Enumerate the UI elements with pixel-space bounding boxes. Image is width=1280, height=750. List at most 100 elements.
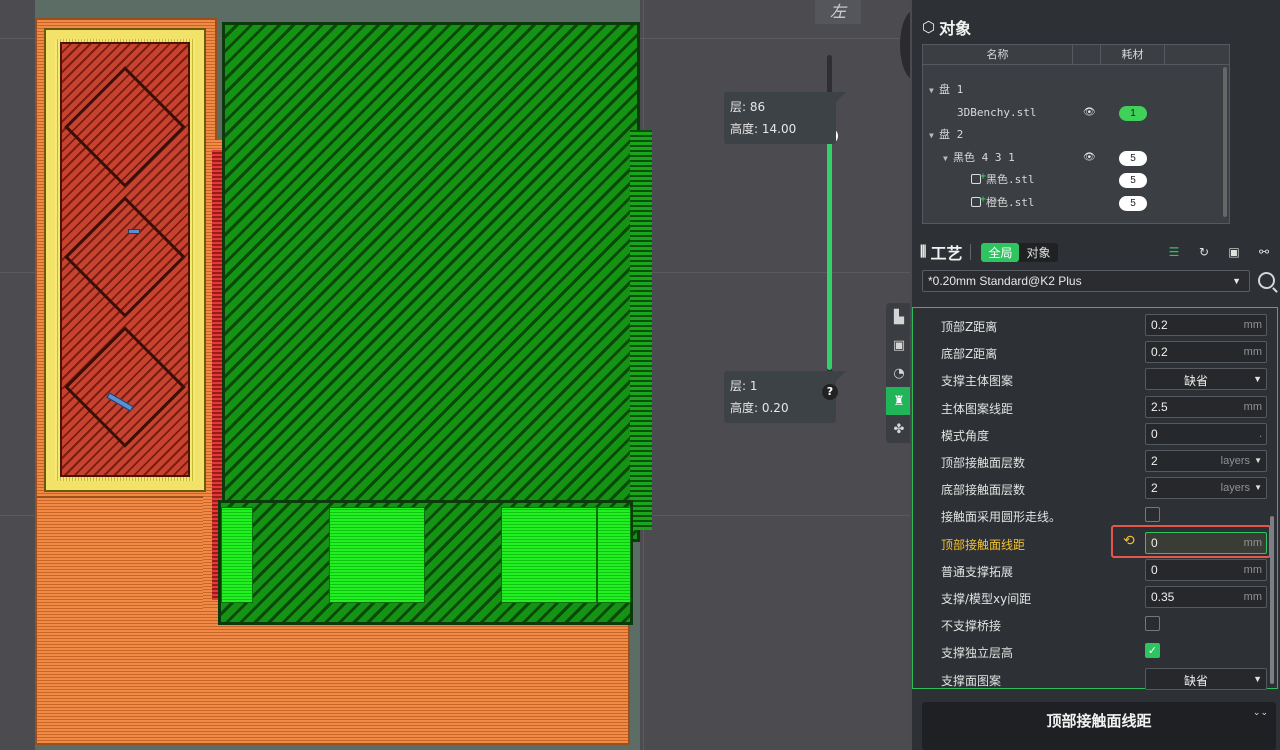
process-toolbar: ☰ ↻ ▣ ⚯: [1166, 244, 1272, 260]
search-icon[interactable]: [1258, 272, 1275, 289]
setting-label: 普通支撑拓展: [941, 564, 1014, 579]
setting-input[interactable]: 2.5 mm: [1145, 395, 1267, 418]
eye-icon[interactable]: 👁: [1083, 147, 1096, 169]
process-preset-select[interactable]: *0.20mm Standard@K2 Plus ▼: [922, 270, 1250, 292]
object-list-item[interactable]: ▼ 盘 2: [923, 124, 1229, 146]
save-icon[interactable]: ▣: [1226, 244, 1242, 260]
navigation-cube[interactable]: [900, 10, 910, 80]
settings-category-tabs: ▙ ▣ ◔ ♜ ✤: [886, 303, 910, 443]
object-list-item[interactable]: 3DBenchy.stl 👁 1: [923, 102, 1229, 124]
top-layer-number: 层: 86: [730, 100, 766, 114]
object-list-item[interactable]: ▼ 黑色 4 3 1 👁 5: [923, 147, 1229, 169]
green-part-top: [222, 22, 640, 542]
setting-value: 2: [1151, 481, 1158, 496]
setting-checkbox[interactable]: [1145, 507, 1160, 523]
setting-input[interactable]: 0 mm: [1145, 558, 1267, 581]
setting-label: 支撑面图案: [941, 673, 1002, 688]
bottom-layer-height: 高度: 0.20: [730, 401, 789, 415]
setting-unit: layers: [1220, 482, 1250, 495]
column-material[interactable]: 耗材: [1101, 45, 1165, 64]
setting-dropdown[interactable]: 2 layers ▼: [1145, 450, 1267, 472]
setting-unit: .: [1258, 427, 1262, 440]
setting-label: 主体图案线距: [941, 401, 1014, 416]
chevron-down-icon: ▼: [1254, 483, 1262, 493]
filament-badge[interactable]: 1: [1119, 105, 1147, 121]
compare-icon[interactable]: ↻: [1196, 244, 1212, 260]
help-button[interactable]: ?: [822, 384, 838, 400]
setting-checkbox[interactable]: [1145, 616, 1160, 632]
object-list-item[interactable]: 黑色.stl 5: [923, 166, 1229, 191]
setting-input[interactable]: 0.35 mm: [1145, 586, 1267, 608]
setting-dropdown[interactable]: 缺省 ▼: [1145, 368, 1267, 391]
process-title: 工艺: [930, 244, 963, 263]
toggle-object[interactable]: 对象: [1019, 243, 1057, 262]
support-interface-pad: [221, 507, 253, 603]
setting-unit: mm: [1243, 346, 1262, 359]
setting-label: 顶部接触面线距: [941, 537, 1026, 552]
cube-icon: ⬡: [922, 18, 936, 36]
filament-badge[interactable]: 5: [1119, 195, 1147, 211]
object-list[interactable]: 名称 耗材 ▼盘 13DBenchy.stl👁1▼盘 2▼黑色 4 3 1👁5黑…: [922, 44, 1230, 224]
setting-input[interactable]: 0.2 mm: [1145, 341, 1267, 364]
object-list-scrollbar[interactable]: [1223, 67, 1227, 217]
setting-value: 缺省: [1183, 673, 1208, 688]
others-icon[interactable]: ✤: [886, 415, 910, 443]
expand-arrow-icon[interactable]: ▼: [929, 80, 939, 102]
setting-help-title: 顶部接触面线距: [1046, 712, 1152, 730]
setting-dropdown[interactable]: 缺省 ▼: [1145, 667, 1267, 690]
layer-slider-range: [827, 136, 832, 370]
expand-arrow-icon[interactable]: ▼: [929, 125, 939, 147]
setting-label: 支撑/模型xy间距: [941, 592, 1032, 606]
chevron-down-icon: ▼: [1253, 374, 1262, 385]
setting-input[interactable]: 0.: [1145, 422, 1267, 445]
filament-badge[interactable]: 5: [1119, 173, 1147, 188]
infill-pattern-diamond: [64, 196, 186, 318]
sliders-icon: ⫼: [920, 244, 927, 260]
expand-arrow-icon[interactable]: ▼: [943, 148, 953, 170]
quality-icon[interactable]: ▙: [886, 303, 910, 331]
support-interface-pad: [597, 507, 631, 603]
support-icon[interactable]: ♜: [886, 387, 910, 415]
3d-viewport[interactable]: 左 + 层: 86 高度: 14.00 层: 1 高度: 0.20 ? ▙ ▣ …: [0, 0, 910, 750]
object-list-item[interactable]: 橙色.stl 5: [923, 189, 1229, 214]
setting-checkbox[interactable]: ✓: [1145, 643, 1160, 659]
setting-label: 支撑主体图案: [941, 374, 1014, 389]
setting-input[interactable]: 0.2 mm: [1145, 314, 1267, 336]
setting-row: 支撑面图案 缺省 ▼: [913, 665, 1279, 692]
setting-row: 模式角度 0.: [913, 420, 1279, 447]
setting-dropdown[interactable]: 2 layers ▼: [1145, 477, 1267, 500]
object-list-item[interactable]: ▼ 盘 1: [923, 79, 1229, 101]
view-direction-label[interactable]: 左: [815, 0, 861, 24]
share-icon[interactable]: ⚯: [1256, 244, 1272, 260]
setting-row: 不支撑桥接: [913, 610, 1279, 637]
chevron-down-icon[interactable]: ⌄⌄: [1253, 708, 1268, 718]
divider: [970, 244, 972, 260]
speed-icon[interactable]: ◔: [886, 359, 910, 387]
filament-badge[interactable]: 5: [1119, 150, 1147, 166]
column-name[interactable]: 名称: [923, 45, 1073, 64]
toggle-global[interactable]: 全局: [981, 242, 1020, 262]
eye-icon[interactable]: 👁: [1083, 102, 1096, 124]
scope-toggle[interactable]: 全局 对象: [981, 242, 1058, 262]
part-icon: [971, 166, 986, 188]
setting-label: 底部Z距离: [941, 347, 998, 362]
top-layer-height: 高度: 14.00: [730, 122, 797, 136]
setting-value: 0.2: [1151, 345, 1168, 360]
blue-feature: [128, 229, 140, 234]
setting-row: 顶部接触面层数 2 layers ▼: [913, 447, 1279, 474]
setting-label: 接触面采用圆形走线。: [941, 510, 1062, 525]
setting-value: 0.35: [1151, 590, 1175, 604]
objects-title: 对象: [939, 19, 972, 38]
setting-unit: mm: [1243, 319, 1262, 331]
setting-unit: mm: [1243, 400, 1262, 413]
setting-row: 普通支撑拓展 0 mm: [913, 556, 1279, 583]
setting-row: 支撑/模型xy间距 0.35 mm: [913, 583, 1279, 610]
advanced-settings-icon[interactable]: ☰: [1166, 244, 1182, 260]
preset-value: *0.20mm Standard@K2 Plus: [928, 274, 1082, 288]
slicer-app: 左 + 层: 86 高度: 14.00 层: 1 高度: 0.20 ? ▙ ▣ …: [0, 0, 1280, 750]
object-name: 橙色.stl: [986, 195, 1035, 209]
support-interface-pad: [329, 507, 425, 603]
strength-icon[interactable]: ▣: [886, 331, 910, 359]
setting-unit: mm: [1243, 591, 1262, 603]
settings-scrollbar[interactable]: [1270, 516, 1274, 684]
